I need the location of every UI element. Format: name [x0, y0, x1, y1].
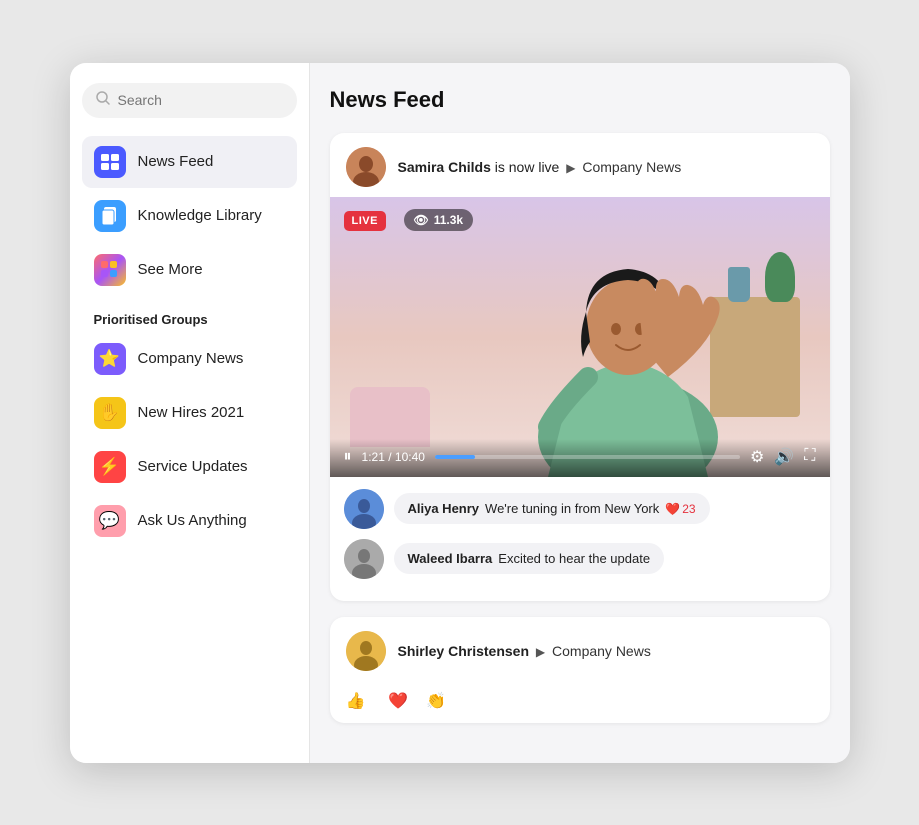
aliya-avatar [344, 489, 384, 529]
live-card: Samira Childs is now live ▶ Company News [330, 133, 830, 601]
plant-decoration [765, 252, 795, 302]
post-card-header: Shirley Christensen ▶ Company News [330, 617, 830, 685]
sidebar-item-seemore[interactable]: See More [82, 244, 297, 296]
reaction-heart: ❤️ [388, 691, 408, 711]
sidebar-item-service[interactable]: ⚡ Service Updates [82, 441, 297, 493]
time-display: 1:21 / 10:40 [362, 450, 425, 464]
comment-bubble-2: Waleed Ibarra Excited to hear the update [394, 543, 665, 574]
knowledge-label: Knowledge Library [138, 207, 262, 224]
time-total: 10:40 [395, 450, 425, 464]
heart-badge: ❤️ 23 [665, 502, 695, 516]
reaction-row: 👍 ❤️ 👏 [330, 685, 830, 723]
control-icons: ⚙ 🔊 ⛶ [750, 447, 815, 467]
service-label: Service Updates [138, 458, 248, 475]
shirley-name: Shirley Christensen [398, 643, 530, 659]
newsfeed-icon [94, 146, 126, 178]
reaction-thumbsup: 👍 [346, 691, 371, 711]
post-card-header-text: Shirley Christensen ▶ Company News [398, 643, 651, 659]
comments-section: Aliya Henry We're tuning in from New Yor… [330, 477, 830, 601]
time-current: 1:21 [362, 450, 385, 464]
sidebar-item-knowledge[interactable]: Knowledge Library [82, 190, 297, 242]
sidebar-item-askus[interactable]: 💬 Ask Us Anything [82, 495, 297, 547]
video-controls: ⏸ 1:21 / 10:40 ⚙ 🔊 ⛶ [330, 439, 830, 477]
askus-label: Ask Us Anything [138, 512, 247, 529]
post-arrow: ▶ [536, 645, 545, 659]
live-arrow: ▶ [566, 161, 575, 175]
knowledge-icon [94, 200, 126, 232]
comment-row-2: Waleed Ibarra Excited to hear the update [344, 539, 816, 579]
seemore-icon [94, 254, 126, 286]
companynews-label: Company News [138, 350, 244, 367]
viewer-count: 👁 11.3k [404, 209, 474, 231]
waleed-avatar [344, 539, 384, 579]
sidebar-item-newhires[interactable]: ✋ New Hires 2021 [82, 387, 297, 439]
sidebar: News Feed Knowledge Library See More [70, 63, 310, 763]
samira-status: is now live [495, 159, 560, 175]
viewer-icon: 👁 [414, 213, 429, 227]
groups-section-title: Prioritised Groups [82, 298, 297, 333]
comment-row-1: Aliya Henry We're tuning in from New Yor… [344, 489, 816, 529]
askus-icon: 💬 [94, 505, 126, 537]
search-icon [96, 91, 110, 110]
heart-count: 23 [682, 502, 695, 516]
heart-icon: ❤️ [665, 502, 680, 516]
volume-icon[interactable]: 🔊 [774, 447, 794, 467]
reaction-clap: 👏 [426, 691, 446, 711]
live-badge: LIVE [344, 211, 386, 231]
main-content: News Feed Samira Childs is now live ▶ Co… [310, 63, 850, 763]
post-channel: Company News [552, 643, 651, 659]
live-card-header: Samira Childs is now live ▶ Company News [330, 133, 830, 197]
pause-button[interactable]: ⏸ [344, 448, 352, 466]
fullscreen-icon[interactable]: ⛶ [804, 447, 815, 467]
samira-avatar [346, 147, 386, 187]
companynews-icon: ⭐ [94, 343, 126, 375]
progress-fill [435, 455, 475, 459]
waleed-comment-text: Excited to hear the update [498, 551, 650, 566]
search-input[interactable] [118, 92, 283, 108]
service-icon: ⚡ [94, 451, 126, 483]
comment-bubble-1: Aliya Henry We're tuning in from New Yor… [394, 493, 710, 524]
post-card: Shirley Christensen ▶ Company News 👍 ❤️ … [330, 617, 830, 723]
newsfeed-label: News Feed [138, 153, 214, 170]
sidebar-item-companynews[interactable]: ⭐ Company News [82, 333, 297, 385]
progress-bar[interactable] [435, 455, 740, 459]
aliya-name: Aliya Henry [408, 501, 480, 516]
samira-name: Samira Childs [398, 159, 491, 175]
thumbsup-icon: 👍 [346, 691, 366, 711]
shirley-avatar [346, 631, 386, 671]
sofa-decoration [350, 387, 430, 447]
search-bar[interactable] [82, 83, 297, 118]
viewer-count-value: 11.3k [434, 213, 463, 227]
aliya-comment-text: We're tuning in from New York [485, 501, 659, 516]
video-player[interactable]: LIVE 👁 11.3k ⏸ 1:21 / 10:40 [330, 197, 830, 477]
settings-icon[interactable]: ⚙ [750, 447, 764, 467]
person-figure [508, 197, 748, 477]
live-channel: Company News [582, 159, 681, 175]
page-title: News Feed [330, 87, 830, 113]
newhires-label: New Hires 2021 [138, 404, 245, 421]
app-container: News Feed Knowledge Library See More [70, 63, 850, 763]
live-card-header-text: Samira Childs is now live ▶ Company News [398, 159, 682, 175]
sidebar-item-newsfeed[interactable]: News Feed [82, 136, 297, 188]
newhires-icon: ✋ [94, 397, 126, 429]
clap-icon: 👏 [426, 691, 446, 711]
video-bg [330, 197, 830, 477]
waleed-name: Waleed Ibarra [408, 551, 493, 566]
seemore-label: See More [138, 261, 203, 278]
heart2-icon: ❤️ [388, 691, 408, 711]
